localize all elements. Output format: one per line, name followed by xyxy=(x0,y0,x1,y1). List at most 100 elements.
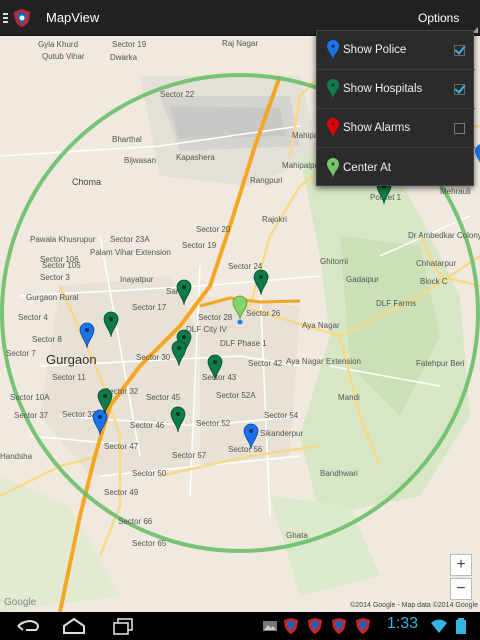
menu-item-show-alarms[interactable]: Show Alarms xyxy=(317,109,475,148)
map-label: Sector 20 xyxy=(196,225,231,234)
map-label: Sector 105 xyxy=(42,261,81,270)
map-label: Aya Nagar Extension xyxy=(286,357,362,366)
home-icon[interactable] xyxy=(60,617,88,635)
police-pin-icon xyxy=(327,40,339,60)
map-label: DLF City IV xyxy=(186,325,227,334)
hospital-marker[interactable] xyxy=(170,406,186,433)
map-label: Sector 23A xyxy=(110,235,150,244)
menu-lines-icon[interactable] xyxy=(3,0,11,36)
alarm-pin-icon xyxy=(327,118,339,138)
map-label: Sector 19 xyxy=(112,40,147,49)
wifi-icon xyxy=(431,619,447,633)
map-label: Sector 65 xyxy=(132,539,167,548)
map-label: Sector 26 xyxy=(246,309,281,318)
map-label: Sector 11 xyxy=(52,373,86,382)
map-label: Ghitorni xyxy=(320,257,349,266)
map-label: Sector 66 xyxy=(118,517,153,526)
hospital-marker[interactable] xyxy=(253,269,269,296)
options-label: Options xyxy=(418,11,460,25)
hospital-pin-icon xyxy=(327,79,339,99)
hospital-marker[interactable] xyxy=(171,340,187,367)
zoom-out-button[interactable]: − xyxy=(450,578,472,600)
map-label: Sector 52 xyxy=(196,419,231,428)
map-label: Sector 17 xyxy=(132,303,167,312)
shield-notification-icon xyxy=(308,618,322,634)
shield-logo-icon[interactable] xyxy=(12,8,32,28)
map-label: Sector 8 xyxy=(32,335,62,344)
map-label: Rajokri xyxy=(262,215,287,224)
center-marker[interactable] xyxy=(232,295,248,325)
map-label: DLF Phase 1 xyxy=(220,339,267,348)
map-label: Sector 46 xyxy=(130,421,165,430)
map-label: Sector 57 xyxy=(172,451,207,460)
map-label: Sector 42 xyxy=(248,359,283,368)
menu-item-show-police[interactable]: Show Police xyxy=(317,31,475,70)
map-label: Raj Nagar xyxy=(222,39,259,48)
options-menu: Show Police Show Hospitals Show Alarms C… xyxy=(316,30,475,187)
map-label: Sector 54 xyxy=(264,411,299,420)
map-label: Sector 3 xyxy=(40,273,70,282)
police-marker[interactable] xyxy=(243,423,259,450)
map-label: Sector 4 xyxy=(18,313,48,322)
shield-notification-icon xyxy=(356,618,370,634)
show-police-checkbox[interactable] xyxy=(454,44,465,56)
map-label: Dwarka xyxy=(110,53,138,62)
map-label: Sector 19 xyxy=(182,241,217,250)
map-label: Sector 37 xyxy=(14,411,49,420)
zoom-in-button[interactable]: + xyxy=(450,554,472,576)
google-logo: Google xyxy=(4,597,37,608)
gallery-notification-icon xyxy=(263,621,277,631)
recent-apps-icon[interactable] xyxy=(110,617,138,635)
map-label: Sector 47 xyxy=(104,442,139,451)
shield-notification-icon xyxy=(284,618,298,634)
show-hospitals-checkbox[interactable] xyxy=(454,83,465,95)
back-icon[interactable] xyxy=(14,617,42,635)
app-title: MapView xyxy=(46,10,100,25)
map-label: Sector 52A xyxy=(216,391,256,400)
menu-item-label: Show Police xyxy=(343,44,407,56)
map-label: Sector 30 xyxy=(136,353,171,362)
center-pin-icon xyxy=(327,157,339,178)
show-alarms-checkbox[interactable] xyxy=(454,122,465,134)
map-label: Block C xyxy=(420,277,448,286)
map-label: Dr Ambedkar Colony xyxy=(408,231,480,240)
hospital-marker[interactable] xyxy=(103,311,119,338)
map-label: Sector 22 xyxy=(160,90,195,99)
map-label: Pawala Khusrupur xyxy=(30,235,96,244)
map-label: Chhatarpur xyxy=(416,259,457,268)
map-label: DLF Farms xyxy=(376,299,416,308)
map-label: Inayatpur xyxy=(120,275,154,284)
map-label: Mehrauli xyxy=(440,187,471,196)
map-label: Gyla Khurd xyxy=(38,40,79,49)
menu-item-label: Show Alarms xyxy=(343,122,411,134)
map-label: Bandhwari xyxy=(320,469,358,478)
battery-icon xyxy=(456,618,466,634)
map-label: Sector 49 xyxy=(104,488,139,497)
menu-item-show-hospitals[interactable]: Show Hospitals xyxy=(317,70,475,109)
map-label: Sector 28 xyxy=(198,313,233,322)
map-label-city: Gurgaon xyxy=(46,352,97,367)
map-label: Sikanderpur xyxy=(260,429,304,438)
system-bar: 1:33 xyxy=(0,612,480,640)
map-label: Mandi xyxy=(338,393,360,402)
map-label: Palam Vihar Extension xyxy=(90,248,171,257)
map-label: Choma xyxy=(72,177,102,187)
map-label: Bharthal xyxy=(112,135,142,144)
police-marker[interactable] xyxy=(79,322,95,349)
map-label: Sector 7 xyxy=(6,349,36,358)
hospital-marker[interactable] xyxy=(207,354,223,381)
hospital-marker[interactable] xyxy=(176,279,192,306)
hospital-marker[interactable] xyxy=(97,388,113,415)
map-label: Handsha xyxy=(0,452,33,461)
menu-item-label: Center At xyxy=(343,161,391,174)
map-label: Ghata xyxy=(286,531,308,540)
map-attribution: ©2014 Google - Map data ©2014 Google xyxy=(350,602,478,609)
menu-item-center-at[interactable]: Center At xyxy=(317,148,475,187)
map-label: Sector 45 xyxy=(146,393,181,402)
map-label: Qutub Vihar xyxy=(42,52,85,61)
map-label: Bijwasan xyxy=(124,156,157,165)
map-label: Sector 50 xyxy=(132,469,167,478)
map-label: Sector 10A xyxy=(10,393,50,402)
map-label: Fatehpur Beri xyxy=(416,359,465,368)
clock: 1:33 xyxy=(386,615,418,632)
